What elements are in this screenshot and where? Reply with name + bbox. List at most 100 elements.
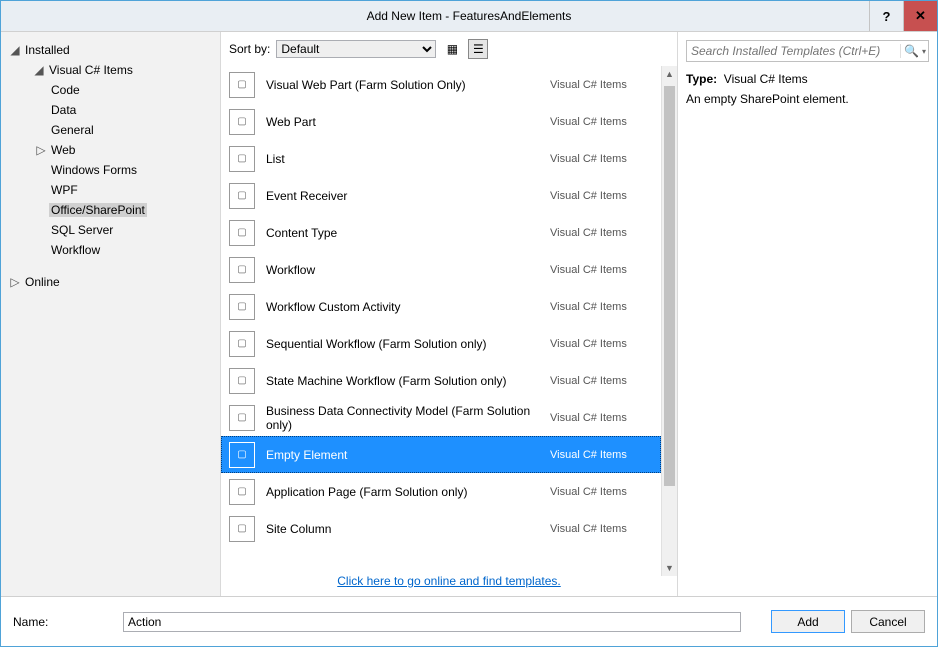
template-language: Visual C# Items: [550, 523, 650, 535]
search-dropdown-icon[interactable]: ▾: [922, 47, 928, 56]
title-bar: Add New Item - FeaturesAndElements ? ✕: [1, 1, 937, 31]
template-language: Visual C# Items: [550, 153, 650, 165]
webpart-icon: ▢: [228, 108, 256, 136]
template-language: Visual C# Items: [550, 190, 650, 202]
tree-csharp-items[interactable]: ◢ Visual C# Items: [1, 60, 220, 80]
template-language: Visual C# Items: [550, 338, 650, 350]
template-language: Visual C# Items: [550, 486, 650, 498]
template-row[interactable]: ▢ Workflow Custom ActivityVisual C# Items: [221, 288, 661, 325]
template-row[interactable]: ▢WorkflowVisual C# Items: [221, 251, 661, 288]
help-button[interactable]: ?: [869, 1, 903, 31]
site-column-icon: ▢: [228, 515, 256, 543]
template-list: ▢Visual Web Part (Farm Solution Only)Vis…: [221, 66, 677, 566]
bdc-icon: ▢: [228, 404, 256, 432]
type-line: Type: Visual C# Items: [686, 72, 929, 86]
template-language: Visual C# Items: [550, 79, 650, 91]
tree-item-label: Code: [49, 83, 82, 97]
tree-item[interactable]: Data: [1, 100, 220, 120]
tree-item[interactable]: Code: [1, 80, 220, 100]
template-row[interactable]: ▢ ListVisual C# Items: [221, 140, 661, 177]
template-name: List: [266, 152, 550, 166]
window-title: Add New Item - FeaturesAndElements: [367, 9, 572, 23]
add-button[interactable]: Add: [771, 610, 845, 633]
template-language: Visual C# Items: [550, 116, 650, 128]
name-label: Name:: [13, 615, 113, 629]
template-row[interactable]: ▢Application Page (Farm Solution only)Vi…: [221, 473, 661, 510]
sort-bar: Sort by: Default ▦ ☰: [221, 32, 677, 66]
tree-item-label: Web: [49, 143, 77, 157]
tree-installed[interactable]: ◢ Installed: [1, 40, 220, 60]
tree-item-label: Data: [49, 103, 78, 117]
tree-item-label: Office/SharePoint: [49, 203, 147, 217]
event-icon: ▢: [228, 182, 256, 210]
state-workflow-icon: ▢: [228, 367, 256, 395]
template-row[interactable]: ▢ Event ReceiverVisual C# Items: [221, 177, 661, 214]
template-row[interactable]: ▢ State Machine Workflow (Farm Solution o…: [221, 362, 661, 399]
template-row[interactable]: ▢ Site ColumnVisual C# Items: [221, 510, 661, 547]
tree-item-label: General: [49, 123, 96, 137]
template-row[interactable]: ▢Visual Web Part (Farm Solution Only)Vis…: [221, 66, 661, 103]
close-button[interactable]: ✕: [903, 1, 937, 31]
template-name: Site Column: [266, 522, 550, 536]
name-input[interactable]: [123, 612, 741, 632]
type-label: Type:: [686, 72, 717, 86]
template-row[interactable]: ▢Web PartVisual C# Items: [221, 103, 661, 140]
view-small-icons[interactable]: ☰: [468, 39, 488, 59]
template-row[interactable]: ▢ Empty ElementVisual C# Items: [221, 436, 661, 473]
tree-item[interactable]: WPF: [1, 180, 220, 200]
sort-label: Sort by:: [229, 42, 270, 56]
type-value: Visual C# Items: [724, 72, 808, 86]
template-name: Empty Element: [266, 448, 550, 462]
online-templates-link[interactable]: Click here to go online and find templat…: [337, 574, 560, 588]
tree-item[interactable]: Workflow: [1, 240, 220, 260]
tree-item-label: Workflow: [49, 243, 102, 257]
tree-item[interactable]: Office/SharePoint: [1, 200, 220, 220]
tree-item[interactable]: ▷Web: [1, 140, 220, 160]
grid-icon: ▦: [447, 42, 458, 56]
empty-element-icon: ▢: [228, 441, 256, 469]
description: An empty SharePoint element.: [686, 92, 929, 106]
template-language: Visual C# Items: [550, 301, 650, 313]
workflow-icon: ▢: [228, 293, 256, 321]
template-row[interactable]: ▢Content TypeVisual C# Items: [221, 214, 661, 251]
template-name: Visual Web Part (Farm Solution Only): [266, 78, 550, 92]
tree-online[interactable]: ▷ Online: [1, 272, 220, 292]
template-language: Visual C# Items: [550, 227, 650, 239]
scroll-up-icon[interactable]: ▲: [662, 66, 677, 82]
template-row[interactable]: ▢Sequential Workflow (Farm Solution only…: [221, 325, 661, 362]
expand-icon: ▷: [9, 275, 21, 289]
tree-item[interactable]: General: [1, 120, 220, 140]
search-input[interactable]: [687, 44, 900, 58]
template-name: Event Receiver: [266, 189, 550, 203]
list-icon: ▢: [228, 145, 256, 173]
sort-dropdown[interactable]: Default: [276, 40, 436, 58]
template-language: Visual C# Items: [550, 375, 650, 387]
template-name: Business Data Connectivity Model (Farm S…: [266, 404, 550, 432]
collapse-icon: ◢: [9, 43, 21, 57]
search-box[interactable]: 🔍 ▾: [686, 40, 929, 62]
details-panel: 🔍 ▾ Type: Visual C# Items An empty Share…: [677, 32, 937, 596]
workflow-icon: ▢: [228, 256, 256, 284]
content-icon: ▢: [228, 219, 256, 247]
template-row[interactable]: ▢ Business Data Connectivity Model (Farm …: [221, 399, 661, 436]
close-icon: ✕: [915, 8, 926, 24]
bottom-bar: Name: Add Cancel: [1, 596, 937, 646]
tree-item-label: SQL Server: [49, 223, 115, 237]
app-page-icon: ▢: [228, 478, 256, 506]
tree-item-label: Windows Forms: [49, 163, 139, 177]
template-name: State Machine Workflow (Farm Solution on…: [266, 374, 550, 388]
template-language: Visual C# Items: [550, 449, 650, 461]
template-name: Workflow Custom Activity: [266, 300, 550, 314]
collapse-icon: ◢: [33, 63, 45, 77]
scrollbar-thumb[interactable]: [664, 86, 675, 486]
cancel-button[interactable]: Cancel: [851, 610, 925, 633]
view-large-icons[interactable]: ▦: [442, 39, 462, 59]
template-name: Sequential Workflow (Farm Solution only): [266, 337, 550, 351]
tree-item[interactable]: SQL Server: [1, 220, 220, 240]
scrollbar[interactable]: ▲ ▼: [661, 66, 677, 576]
category-tree: ◢ Installed ◢ Visual C# Items Code Data Ge…: [1, 32, 221, 596]
tree-item[interactable]: Windows Forms: [1, 160, 220, 180]
scroll-down-icon[interactable]: ▼: [662, 560, 677, 576]
search-icon[interactable]: 🔍: [900, 44, 922, 58]
online-templates-link-row: Click here to go online and find templat…: [221, 566, 677, 596]
